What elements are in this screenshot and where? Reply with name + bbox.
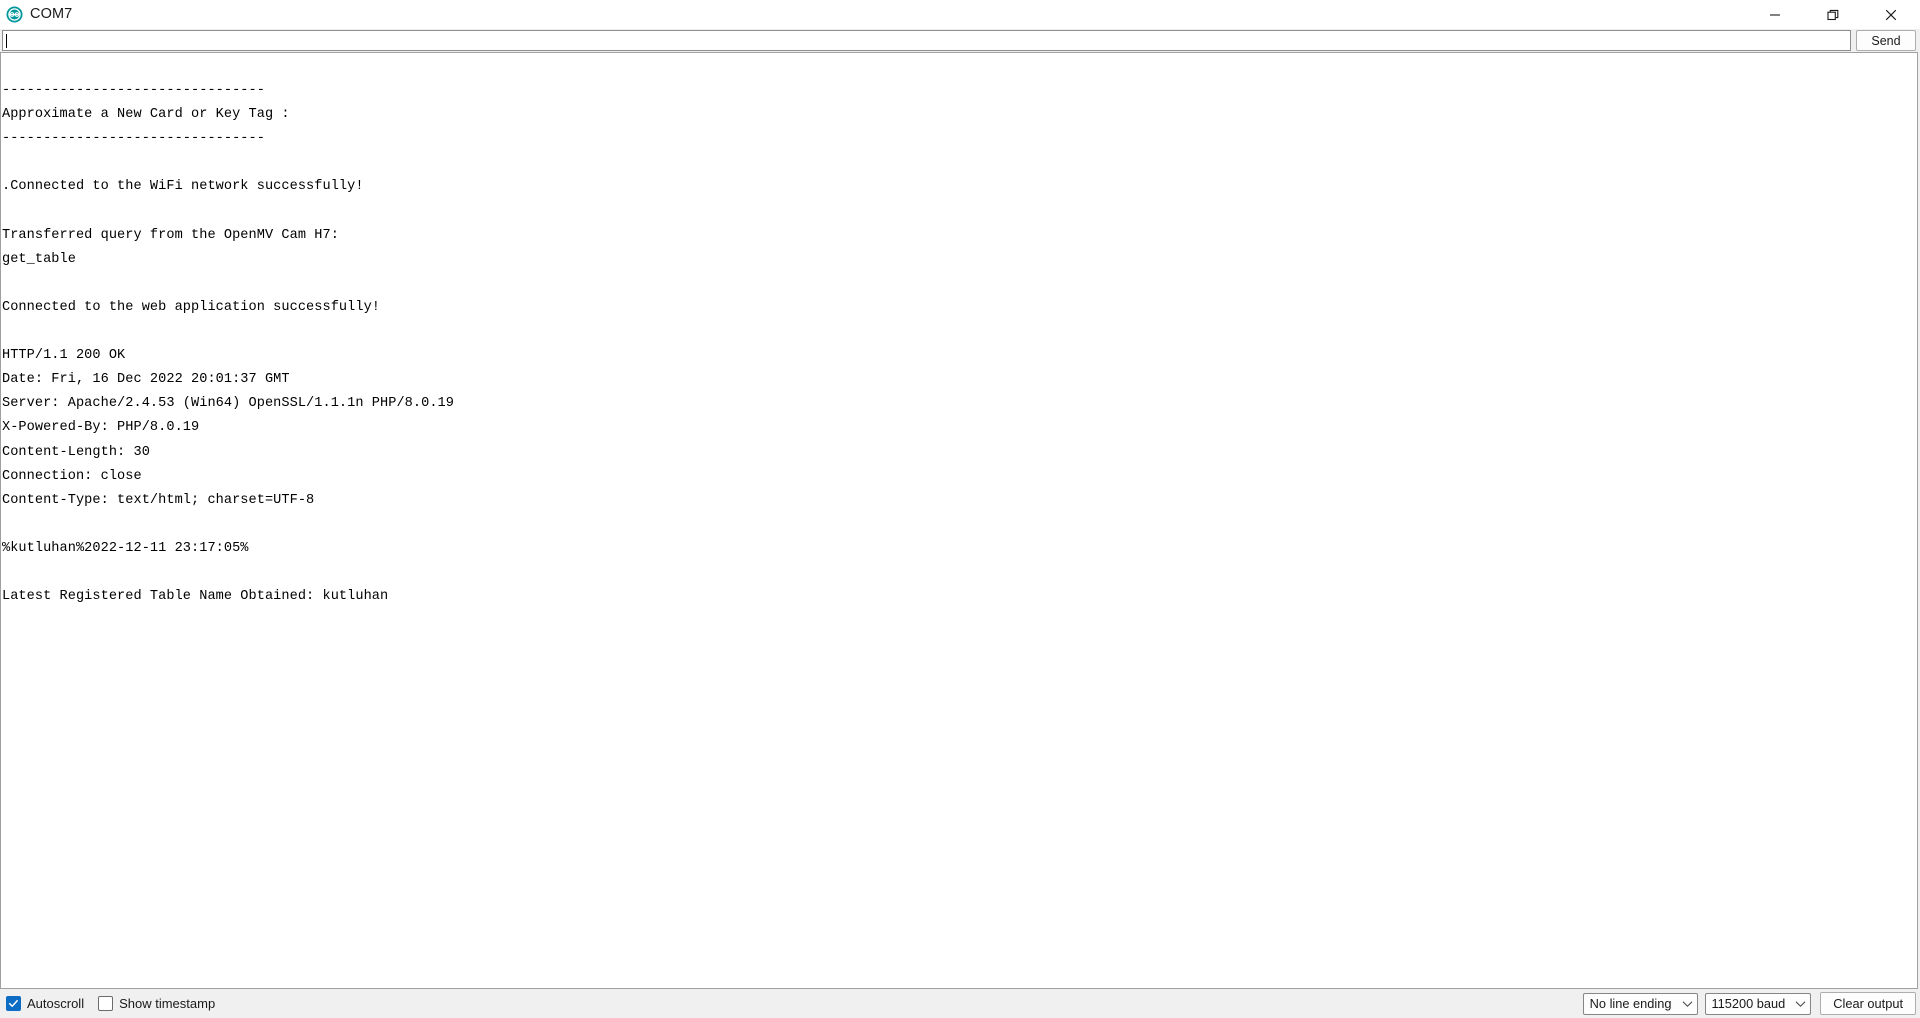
- serial-send-input-wrapper[interactable]: [2, 30, 1851, 51]
- status-bar: Autoscroll Show timestamp No line ending…: [0, 989, 1920, 1018]
- line-ending-value: No line ending: [1589, 995, 1672, 1011]
- window-controls: [1746, 0, 1920, 29]
- send-button[interactable]: Send: [1856, 30, 1916, 51]
- line-ending-dropdown[interactable]: No line ending: [1582, 992, 1698, 1015]
- minimize-button[interactable]: [1746, 0, 1804, 29]
- autoscroll-checkbox[interactable]: [6, 996, 21, 1011]
- close-button[interactable]: [1862, 0, 1920, 29]
- close-icon: [1885, 9, 1897, 20]
- baud-rate-value: 115200 baud: [1711, 995, 1786, 1011]
- arduino-logo-icon: [6, 6, 23, 23]
- window-title: COM7: [30, 6, 73, 22]
- serial-output-text: -------------------------------- Approxi…: [2, 83, 454, 605]
- show-timestamp-checkbox[interactable]: [98, 996, 114, 1011]
- show-timestamp-toggle[interactable]: Show timestamp: [98, 996, 215, 1011]
- serial-send-input[interactable]: [8, 32, 1850, 49]
- text-caret: [6, 33, 7, 48]
- restore-icon: [1827, 9, 1839, 20]
- autoscroll-toggle[interactable]: Autoscroll: [6, 996, 84, 1011]
- chevron-down-icon: [1682, 1000, 1692, 1007]
- restore-button[interactable]: [1804, 0, 1862, 29]
- serial-output-area[interactable]: -------------------------------- Approxi…: [0, 52, 1918, 989]
- baud-rate-dropdown[interactable]: 115200 baud: [1704, 992, 1812, 1015]
- autoscroll-label: Autoscroll: [27, 996, 85, 1011]
- chevron-down-icon: [1795, 1000, 1806, 1007]
- serial-monitor-window: COM7 Send ------------------------------…: [0, 0, 1920, 1018]
- send-bar: Send: [0, 29, 1920, 52]
- title-bar: COM7: [0, 0, 1920, 29]
- console-wrapper: -------------------------------- Approxi…: [0, 52, 1920, 989]
- checkmark-icon: [8, 999, 18, 1007]
- title-bar-left: COM7: [0, 6, 72, 23]
- clear-output-button[interactable]: Clear output: [1820, 992, 1916, 1015]
- minimize-icon: [1770, 13, 1780, 16]
- show-timestamp-label: Show timestamp: [119, 996, 216, 1011]
